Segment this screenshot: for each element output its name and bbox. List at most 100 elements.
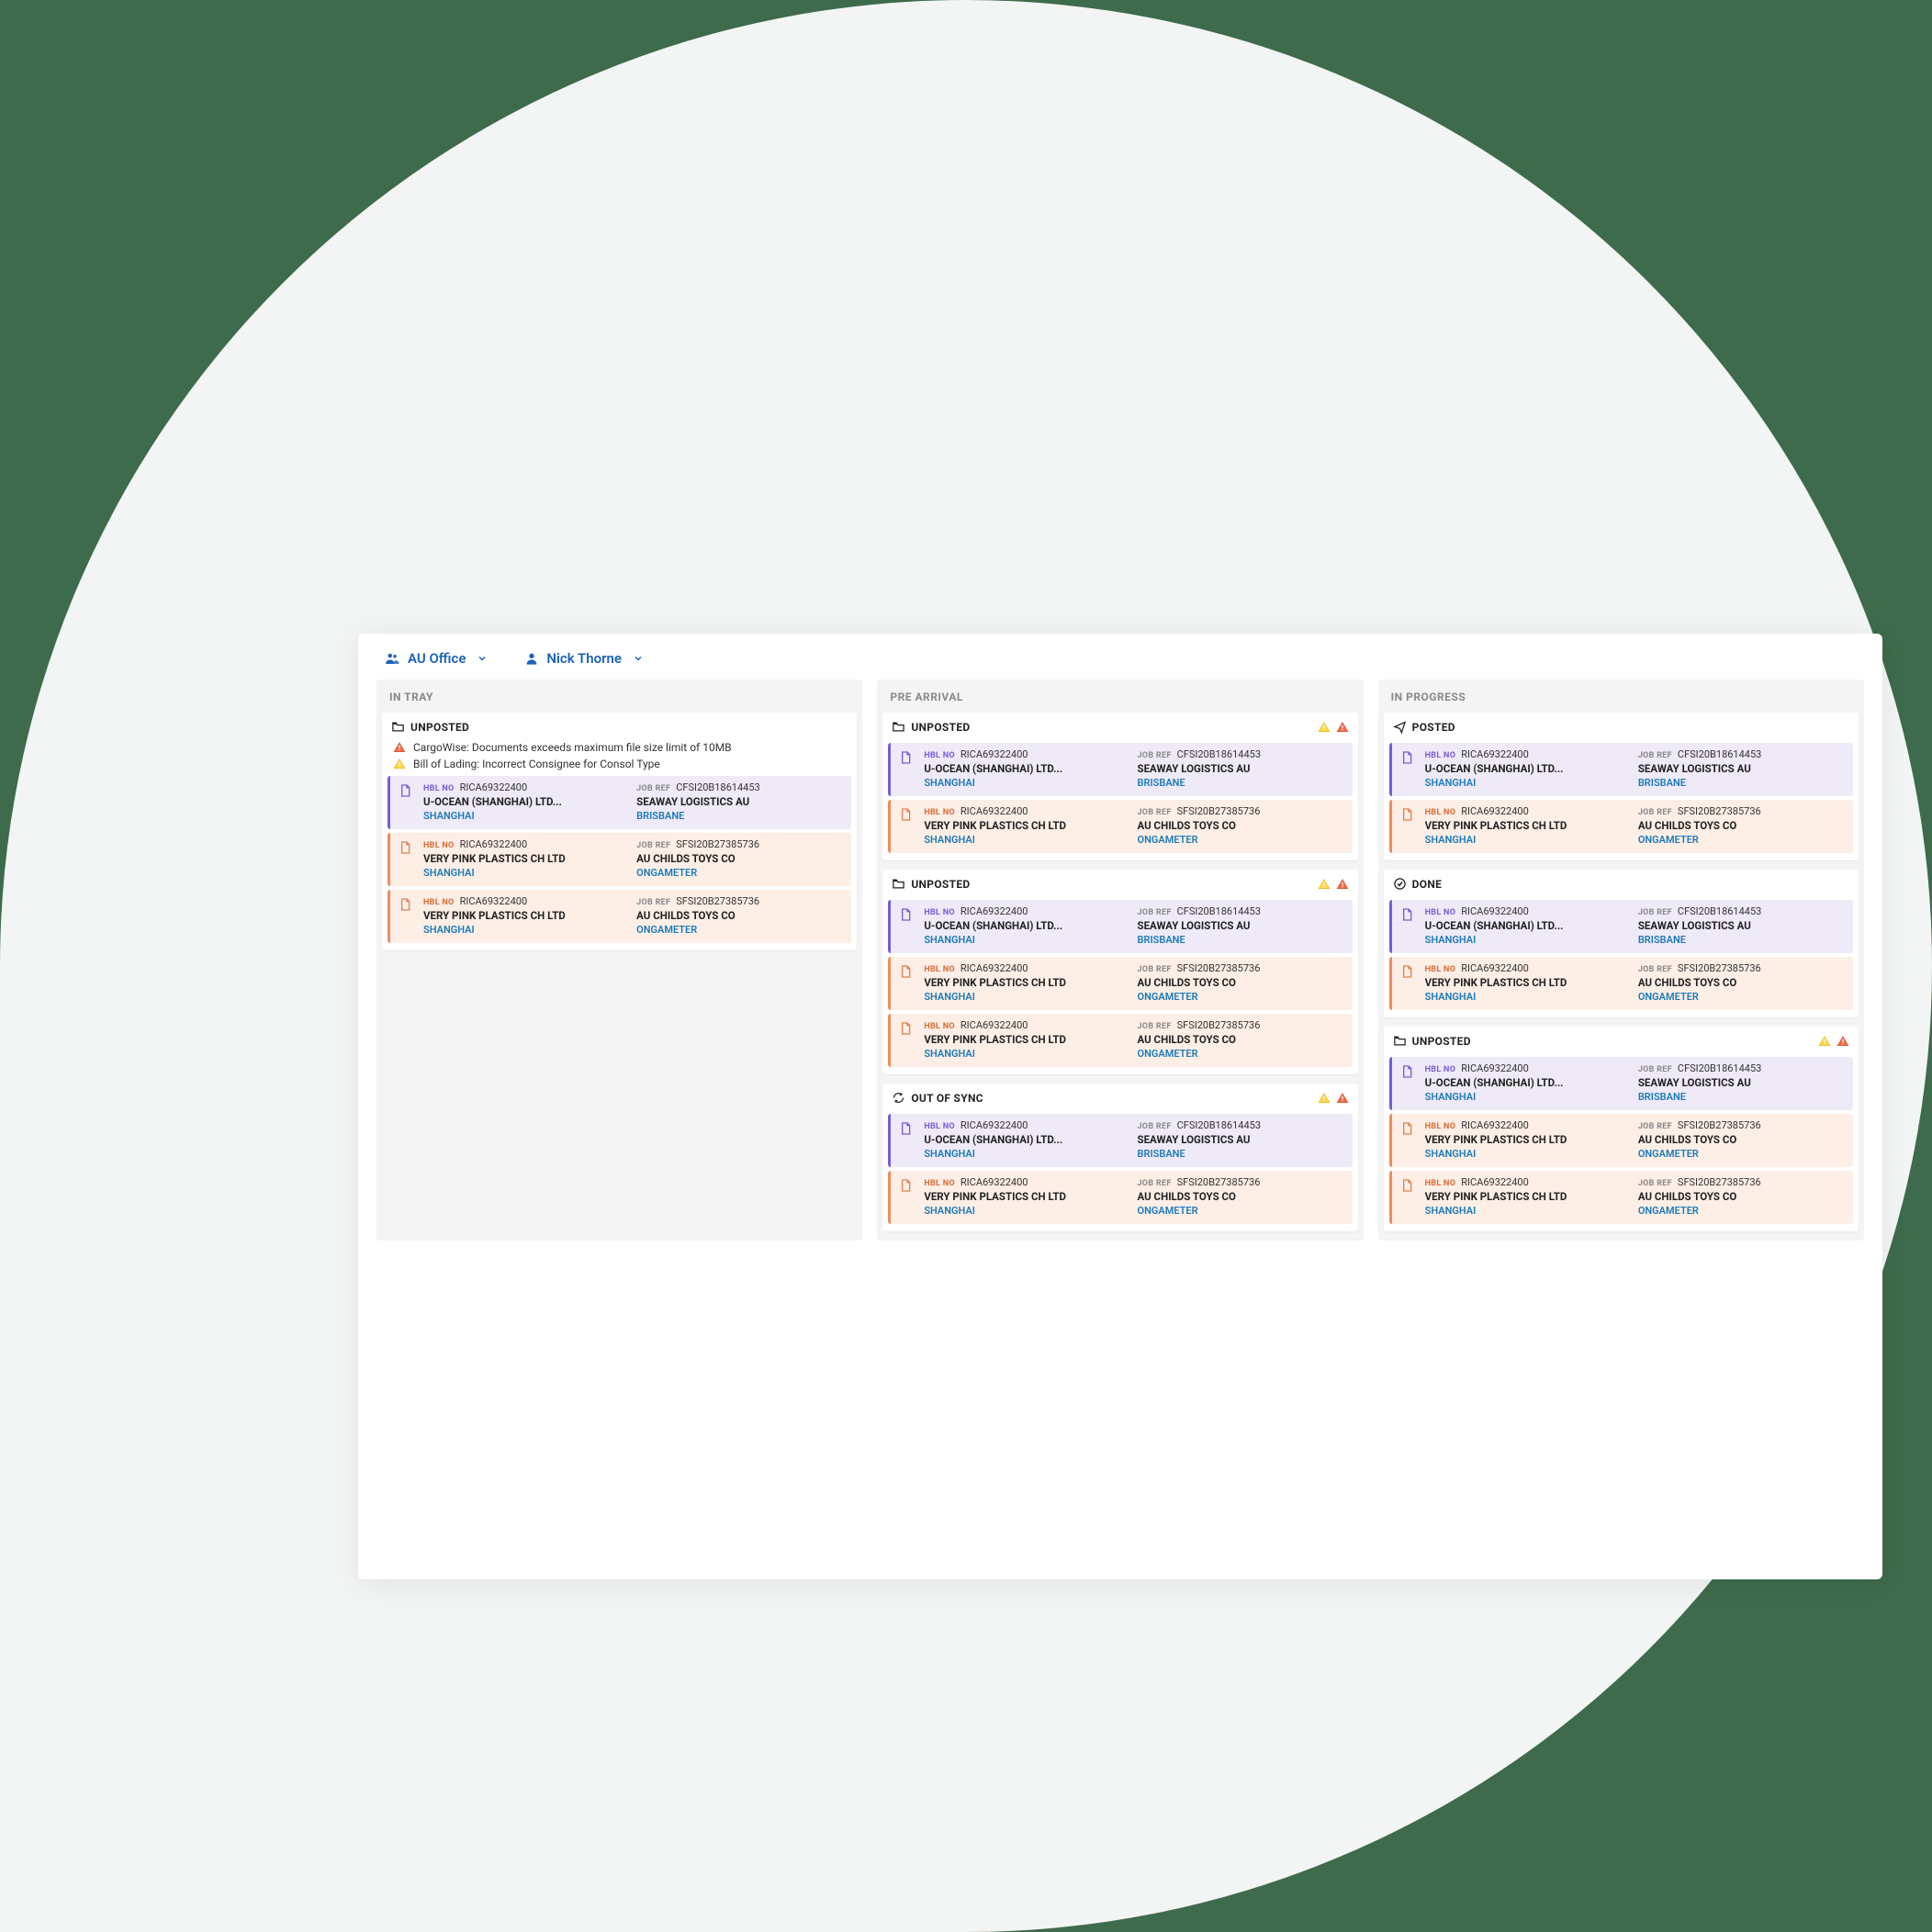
hbl-value: RICA69322400: [960, 962, 1028, 974]
jobref-value: CFSI20B18614453: [1177, 1119, 1261, 1131]
job-card[interactable]: HBL NORICA69322400 JOB REFCFSI20B1861445…: [1389, 743, 1853, 796]
hbl-label: HBL NO: [1425, 808, 1456, 817]
job-card[interactable]: HBL NORICA69322400 JOB REFSFSI20B2738573…: [888, 957, 1352, 1010]
hbl-label: HBL NO: [924, 1022, 955, 1031]
jobref-label: JOB REF: [1638, 908, 1672, 917]
origin-value: SHANGHAI: [1425, 834, 1633, 846]
group-header[interactable]: UNPOSTED: [1384, 1027, 1859, 1053]
warning-icon: [1336, 721, 1349, 734]
job-card[interactable]: HBL NORICA69322400 JOB REFCFSI20B1861445…: [888, 1114, 1352, 1167]
hbl-label: HBL NO: [423, 784, 455, 793]
jobref-value: SFSI20B27385736: [1177, 805, 1261, 817]
hbl-value: RICA69322400: [1461, 905, 1529, 917]
job-card[interactable]: HBL NORICA69322400 JOB REFSFSI20B2738573…: [888, 1014, 1352, 1067]
job-card[interactable]: HBL NORICA69322400 JOB REFCFSI20B1861445…: [388, 776, 851, 829]
job-card[interactable]: HBL NORICA69322400 JOB REFSFSI20B2738573…: [888, 1171, 1352, 1224]
board-column: IN PROGRESS POSTED HBL NORICA69322400 JO…: [1378, 680, 1864, 1241]
warning-icon: [1318, 1092, 1331, 1105]
status-group: UNPOSTED HBL NORICA69322400 JOB REFCFSI2…: [882, 870, 1357, 1074]
job-card[interactable]: HBL NORICA69322400 JOB REFSFSI20B2738573…: [1389, 800, 1853, 853]
dest-value: ONGAMETER: [636, 867, 844, 879]
status-group: OUT OF SYNC HBL NORICA69322400 JOB REFCF…: [882, 1084, 1357, 1231]
shipper-value: U-OCEAN (SHANGHAI) LTD...: [924, 1133, 1131, 1146]
job-card[interactable]: HBL NORICA69322400 JOB REFCFSI20B1861445…: [1389, 1057, 1853, 1110]
job-card[interactable]: HBL NORICA69322400 JOB REFSFSI20B2738573…: [388, 833, 851, 886]
column-title: IN PROGRESS: [1378, 680, 1864, 713]
file-icon: [1399, 750, 1414, 765]
hbl-label: HBL NO: [924, 751, 955, 760]
job-card[interactable]: HBL NORICA69322400 JOB REFSFSI20B2738573…: [888, 800, 1352, 853]
job-card[interactable]: HBL NORICA69322400 JOB REFCFSI20B1861445…: [888, 743, 1352, 796]
office-dropdown[interactable]: AU Office: [384, 650, 488, 667]
consignee-value: AU CHILDS TOYS CO: [1137, 976, 1344, 989]
jobref-value: CFSI20B18614453: [1678, 905, 1761, 917]
file-icon: [398, 783, 412, 798]
origin-value: SHANGHAI: [924, 1148, 1131, 1160]
dest-value: ONGAMETER: [1137, 1048, 1344, 1060]
hbl-label: HBL NO: [1425, 1179, 1456, 1188]
warning-row: Bill of Lading: Incorrect Consignee for …: [382, 756, 857, 772]
jobref-value: SFSI20B27385736: [1678, 962, 1761, 974]
group-header[interactable]: UNPOSTED: [882, 870, 1357, 896]
origin-value: SHANGHAI: [924, 1205, 1131, 1217]
consignee-value: SEAWAY LOGISTICS AU: [1638, 762, 1846, 775]
job-card[interactable]: HBL NORICA69322400 JOB REFSFSI20B2738573…: [1389, 1171, 1853, 1224]
warning-icon: [393, 741, 406, 754]
dest-value: BRISBANE: [1137, 1148, 1344, 1160]
group-title: UNPOSTED: [410, 721, 469, 734]
jobref-value: SFSI20B27385736: [1678, 805, 1761, 817]
warning-icon: [1318, 721, 1331, 734]
user-dropdown[interactable]: Nick Thorne: [524, 650, 644, 667]
shipper-value: U-OCEAN (SHANGHAI) LTD...: [1425, 919, 1633, 932]
jobref-label: JOB REF: [1638, 1122, 1672, 1131]
jobref-value: SFSI20B27385736: [1177, 962, 1261, 974]
hbl-value: RICA69322400: [1461, 962, 1529, 974]
origin-value: SHANGHAI: [1425, 1148, 1633, 1160]
job-card[interactable]: HBL NORICA69322400 JOB REFSFSI20B2738573…: [1389, 957, 1853, 1010]
plane-icon: [1393, 720, 1407, 734]
job-card[interactable]: HBL NO RICA69322400 JOB REF CFSI20B1861445…: [1389, 900, 1853, 953]
hbl-value: RICA69322400: [960, 1019, 1028, 1031]
shipper-value: VERY PINK PLASTICS CH LTD: [423, 852, 631, 865]
jobref-label: JOB REF: [1638, 1179, 1672, 1188]
file-icon: [898, 1021, 913, 1036]
group-title: POSTED: [1412, 721, 1455, 734]
group-header[interactable]: OUT OF SYNC: [882, 1084, 1357, 1110]
group-header[interactable]: UNPOSTED: [382, 713, 857, 739]
hbl-label: HBL NO: [1425, 908, 1456, 917]
jobref-label: JOB REF: [636, 841, 670, 850]
warning-row: CargoWise: Documents exceeds maximum fil…: [382, 739, 857, 756]
jobref-value: SFSI20B27385736: [676, 838, 759, 850]
hbl-label: HBL NO: [924, 1122, 955, 1131]
job-card[interactable]: HBL NORICA69322400 JOB REFSFSI20B2738573…: [1389, 1114, 1853, 1167]
consignee-value: AU CHILDS TOYS CO: [1638, 819, 1846, 832]
hbl-label: HBL NO: [423, 841, 455, 850]
job-card[interactable]: HBL NORICA69322400 JOB REFCFSI20B1861445…: [888, 900, 1352, 953]
shipper-value: U-OCEAN (SHANGHAI) LTD...: [1425, 762, 1633, 775]
app-window: AU Office Nick Thorne IN TRAY UNPOSTED C…: [358, 634, 1882, 1579]
origin-value: SHANGHAI: [1425, 991, 1633, 1003]
jobref-value: CFSI20B18614453: [1177, 748, 1261, 760]
dest-value: BRISBANE: [1137, 934, 1344, 946]
file-icon: [1399, 807, 1414, 822]
hbl-value: RICA69322400: [1461, 1176, 1529, 1188]
jobref-value: SFSI20B27385736: [676, 895, 759, 907]
shipper-value: VERY PINK PLASTICS CH LTD: [924, 1033, 1131, 1046]
consignee-value: AU CHILDS TOYS CO: [1137, 1033, 1344, 1046]
consignee-value: SEAWAY LOGISTICS AU: [636, 795, 844, 808]
shipper-value: VERY PINK PLASTICS CH LTD: [924, 1190, 1131, 1203]
warning-icon: [1336, 1092, 1349, 1105]
origin-value: SHANGHAI: [924, 1048, 1131, 1060]
dest-value: ONGAMETER: [1638, 834, 1846, 846]
warning-icon: [1336, 878, 1349, 891]
group-header[interactable]: DONE: [1384, 870, 1859, 896]
group-header[interactable]: UNPOSTED: [882, 713, 1357, 739]
column-title: IN TRAY: [376, 680, 862, 713]
origin-value: SHANGHAI: [924, 777, 1131, 789]
job-card[interactable]: HBL NORICA69322400 JOB REFSFSI20B2738573…: [388, 890, 851, 943]
kanban-board: IN TRAY UNPOSTED CargoWise: Documents ex…: [358, 680, 1882, 1259]
consignee-value: SEAWAY LOGISTICS AU: [1137, 762, 1344, 775]
group-header[interactable]: POSTED: [1384, 713, 1859, 739]
file-icon: [898, 964, 913, 979]
team-icon: [384, 650, 400, 667]
